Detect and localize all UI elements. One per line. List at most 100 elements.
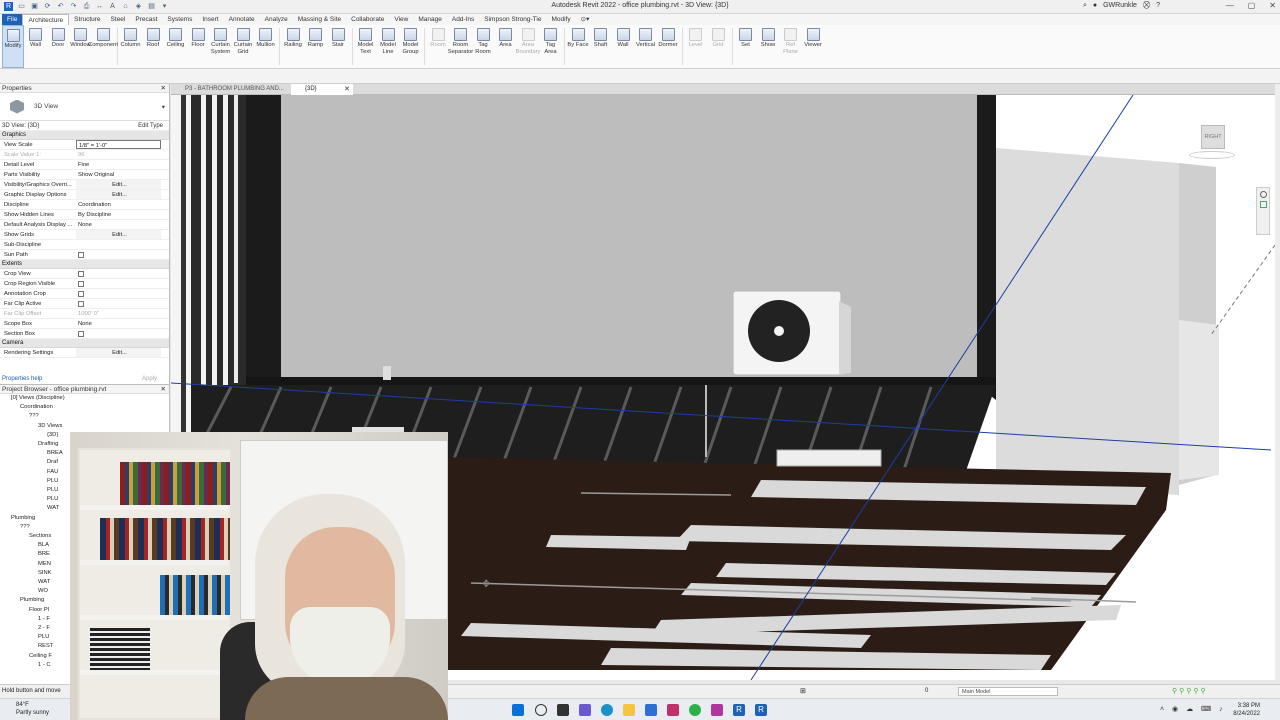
edit-button[interactable]: Edit... — [76, 348, 161, 357]
property-value[interactable]: 1/8" = 1'-0" — [76, 140, 161, 149]
active-workset[interactable]: Main Model — [958, 687, 1058, 696]
tab-annotate[interactable]: Annotate — [224, 14, 260, 25]
user-name[interactable]: GWRunkle — [1103, 2, 1137, 10]
checkbox[interactable] — [78, 331, 84, 337]
tool-curtain-system[interactable]: Curtain System — [210, 25, 232, 68]
close-icon[interactable]: ✕ — [161, 84, 166, 93]
checkbox[interactable] — [78, 291, 84, 297]
tool-ramp[interactable]: Ramp — [305, 25, 327, 68]
tool-floor[interactable]: Floor — [187, 25, 209, 68]
property-value[interactable] — [76, 329, 161, 338]
checkbox[interactable] — [78, 301, 84, 307]
property-value[interactable]: None — [76, 319, 161, 328]
tab-file[interactable]: File — [2, 14, 23, 25]
tool-shaft[interactable]: Shaft — [590, 25, 612, 68]
chevron-down-icon[interactable]: ▾ — [162, 103, 165, 111]
view-cube[interactable]: RIGHT — [1189, 125, 1235, 159]
chat-icon[interactable] — [579, 704, 591, 716]
tab-3d[interactable]: {3D} ✕ — [291, 84, 353, 95]
tool-by-face[interactable]: By Face — [567, 25, 589, 68]
navigation-bar[interactable] — [1256, 187, 1270, 235]
file-explorer-icon[interactable] — [623, 704, 635, 716]
tool-model-line[interactable]: Model Line — [377, 25, 399, 68]
compass-ring[interactable] — [1189, 151, 1235, 159]
group-camera[interactable]: Camera — [0, 339, 169, 348]
tab-p3-bathroom-plumbing[interactable]: P3 - BATHROOM PLUMBING AND... — [171, 84, 289, 95]
tab-add-ins[interactable]: Add-Ins — [447, 14, 479, 25]
tool-tag-area[interactable]: Tag Area — [540, 25, 562, 68]
worksets-icon[interactable]: ⊞ — [800, 687, 806, 695]
tab-systems[interactable]: Systems — [162, 14, 197, 25]
tab-structure[interactable]: Structure — [69, 14, 105, 25]
edit-button[interactable]: Edit... — [76, 190, 161, 199]
selection-filter-icon[interactable]: ⚲⚲⚲⚲⚲ — [1172, 687, 1208, 695]
extra-tab-icon[interactable]: ⊙▾ — [576, 14, 595, 25]
edit-type-button[interactable]: Edit Type — [138, 121, 163, 130]
app-icon[interactable] — [711, 704, 723, 716]
tool-room[interactable]: Room — [427, 25, 449, 68]
checkbox[interactable] — [78, 252, 84, 258]
close-icon[interactable]: ✕ — [161, 385, 166, 394]
tab-steel[interactable]: Steel — [106, 14, 131, 25]
tab-massing-site[interactable]: Massing & Site — [293, 14, 346, 25]
checkbox[interactable] — [78, 271, 84, 277]
tool-door[interactable]: Door — [47, 25, 69, 68]
edge-icon[interactable] — [601, 704, 613, 716]
tool-component[interactable]: Component — [88, 25, 118, 68]
minimize-icon[interactable]: — — [1226, 1, 1234, 10]
clock[interactable]: 3:38 PM 8/24/2022 — [1233, 702, 1260, 718]
tab-analyze[interactable]: Analyze — [260, 14, 293, 25]
chrome-icon[interactable] — [689, 704, 701, 716]
tool-grid[interactable]: Grid — [707, 25, 729, 68]
property-value[interactable] — [76, 289, 161, 298]
mail-icon[interactable] — [645, 704, 657, 716]
tab-manage[interactable]: Manage — [413, 14, 447, 25]
browser-item[interactable]: Coordination — [0, 403, 169, 412]
help-icon[interactable]: ? — [1156, 2, 1160, 10]
tool-show[interactable]: Show — [757, 25, 779, 68]
tab-architecture[interactable]: Architecture — [22, 14, 70, 25]
property-value[interactable]: Fine — [76, 160, 161, 169]
group-extents[interactable]: Extents — [0, 260, 169, 269]
tool-curtain-grid[interactable]: Curtain Grid — [232, 25, 254, 68]
tool-column[interactable]: Column — [120, 25, 142, 68]
maximize-icon[interactable]: ▢ — [1248, 1, 1256, 10]
edit-button[interactable]: Edit... — [76, 180, 161, 189]
tool-railing[interactable]: Railing — [282, 25, 304, 68]
tab-collaborate[interactable]: Collaborate — [346, 14, 389, 25]
start-icon[interactable] — [512, 704, 524, 716]
browser-item[interactable]: [0] Views (Discipline) — [0, 394, 169, 403]
store-icon[interactable] — [667, 704, 679, 716]
instance-filter[interactable]: 3D View: {3D} Edit Type — [0, 121, 169, 131]
apply-button[interactable]: Apply — [142, 376, 157, 382]
close-icon[interactable]: ✕ — [1269, 1, 1276, 10]
group-graphics[interactable]: Graphics — [0, 131, 169, 140]
search-icon[interactable] — [535, 704, 547, 716]
revit-taskbar-icon-2[interactable]: R — [755, 704, 767, 716]
vertical-scrollbar[interactable] — [1275, 84, 1280, 680]
tab-precast[interactable]: Precast — [130, 14, 162, 25]
tab-insert[interactable]: Insert — [197, 14, 223, 25]
property-value[interactable]: None — [76, 220, 161, 229]
tool-model-group[interactable]: Model Group — [400, 25, 422, 68]
property-value[interactable]: Coordination — [76, 200, 161, 209]
steering-wheel-icon[interactable] — [1260, 191, 1267, 198]
type-selector[interactable]: 3D View ▾ — [0, 93, 169, 121]
tool-tag-room[interactable]: Tag Room — [472, 25, 494, 68]
user-icon[interactable]: ● — [1093, 2, 1097, 10]
property-value[interactable] — [76, 250, 161, 259]
tool-vertical[interactable]: Vertical — [635, 25, 657, 68]
tool-ref-plane[interactable]: Ref Plane — [780, 25, 802, 68]
tool-stair[interactable]: Stair — [327, 25, 349, 68]
tool-room-separator[interactable]: Room Separator — [448, 25, 473, 68]
weather-widget[interactable]: 84°F Partly sunny — [16, 701, 49, 717]
tool-wall[interactable]: Wall — [25, 25, 47, 68]
property-value[interactable] — [76, 269, 161, 278]
property-value[interactable] — [76, 279, 161, 288]
property-value[interactable] — [76, 240, 161, 249]
tool-level[interactable]: Level — [685, 25, 707, 68]
edit-button[interactable]: Edit... — [76, 230, 161, 239]
tool-area[interactable]: Area — [495, 25, 517, 68]
tool-set[interactable]: Set — [735, 25, 757, 68]
system-tray-icons[interactable]: ˄ ◉ ☁ ⌨ ♪ — [1160, 705, 1226, 713]
